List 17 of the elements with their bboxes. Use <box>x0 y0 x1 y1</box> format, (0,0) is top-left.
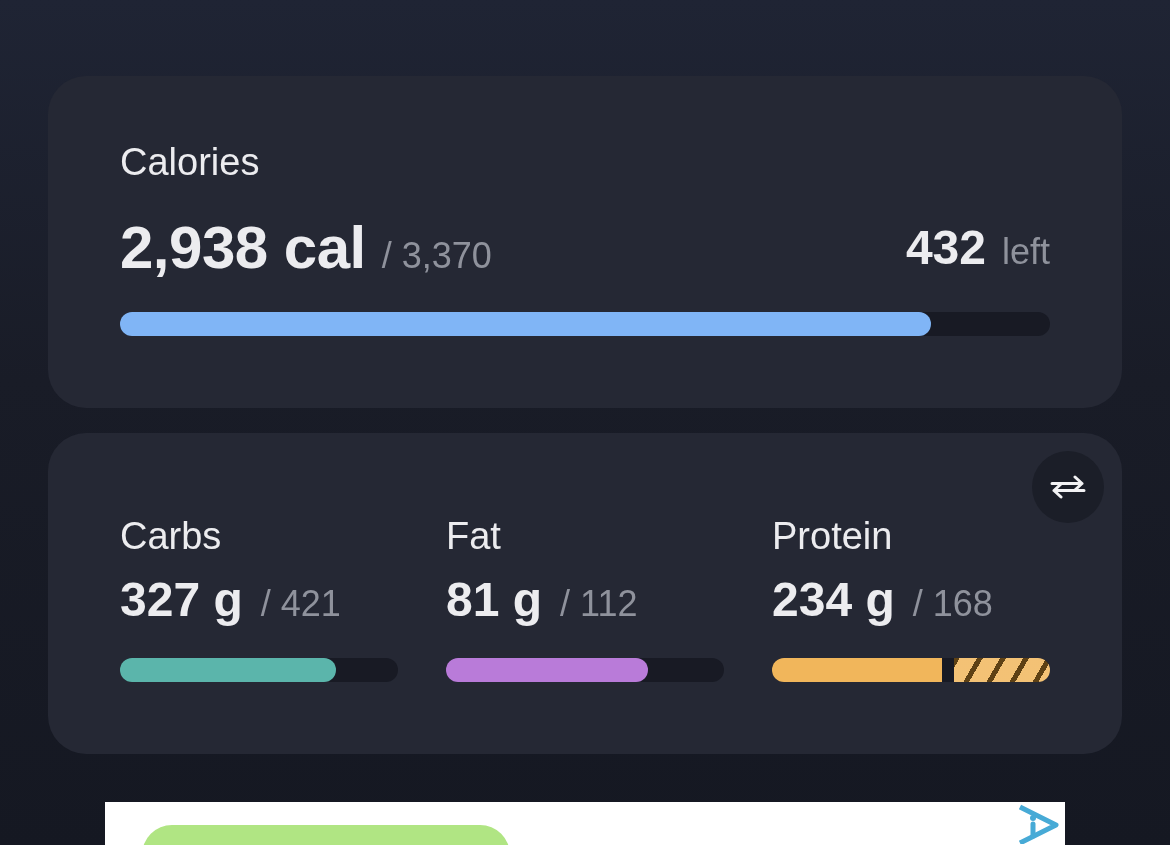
calories-goal: / 3,370 <box>381 235 492 277</box>
remaining-label: left <box>1001 231 1050 273</box>
macro-amount: 81 g <box>446 572 543 628</box>
calories-consumed: 2,938 cal <box>120 213 366 283</box>
calories-title: Calories <box>120 140 260 184</box>
macro-goal: / 168 <box>912 583 993 625</box>
macro-goal: / 112 <box>560 583 638 625</box>
ad-banner[interactable] <box>105 802 1065 845</box>
macro-name: Protein <box>772 514 893 558</box>
swap-icon <box>1050 475 1086 499</box>
macro-amount: 234 g <box>772 572 895 628</box>
macro-name: Carbs <box>120 514 222 558</box>
macro-name: Fat <box>446 514 501 558</box>
ad-info-icon[interactable] <box>1016 804 1060 844</box>
macro-goal: / 421 <box>260 583 341 625</box>
macro-amount: 327 g <box>120 572 243 628</box>
calories-remaining: 432 <box>905 220 986 276</box>
